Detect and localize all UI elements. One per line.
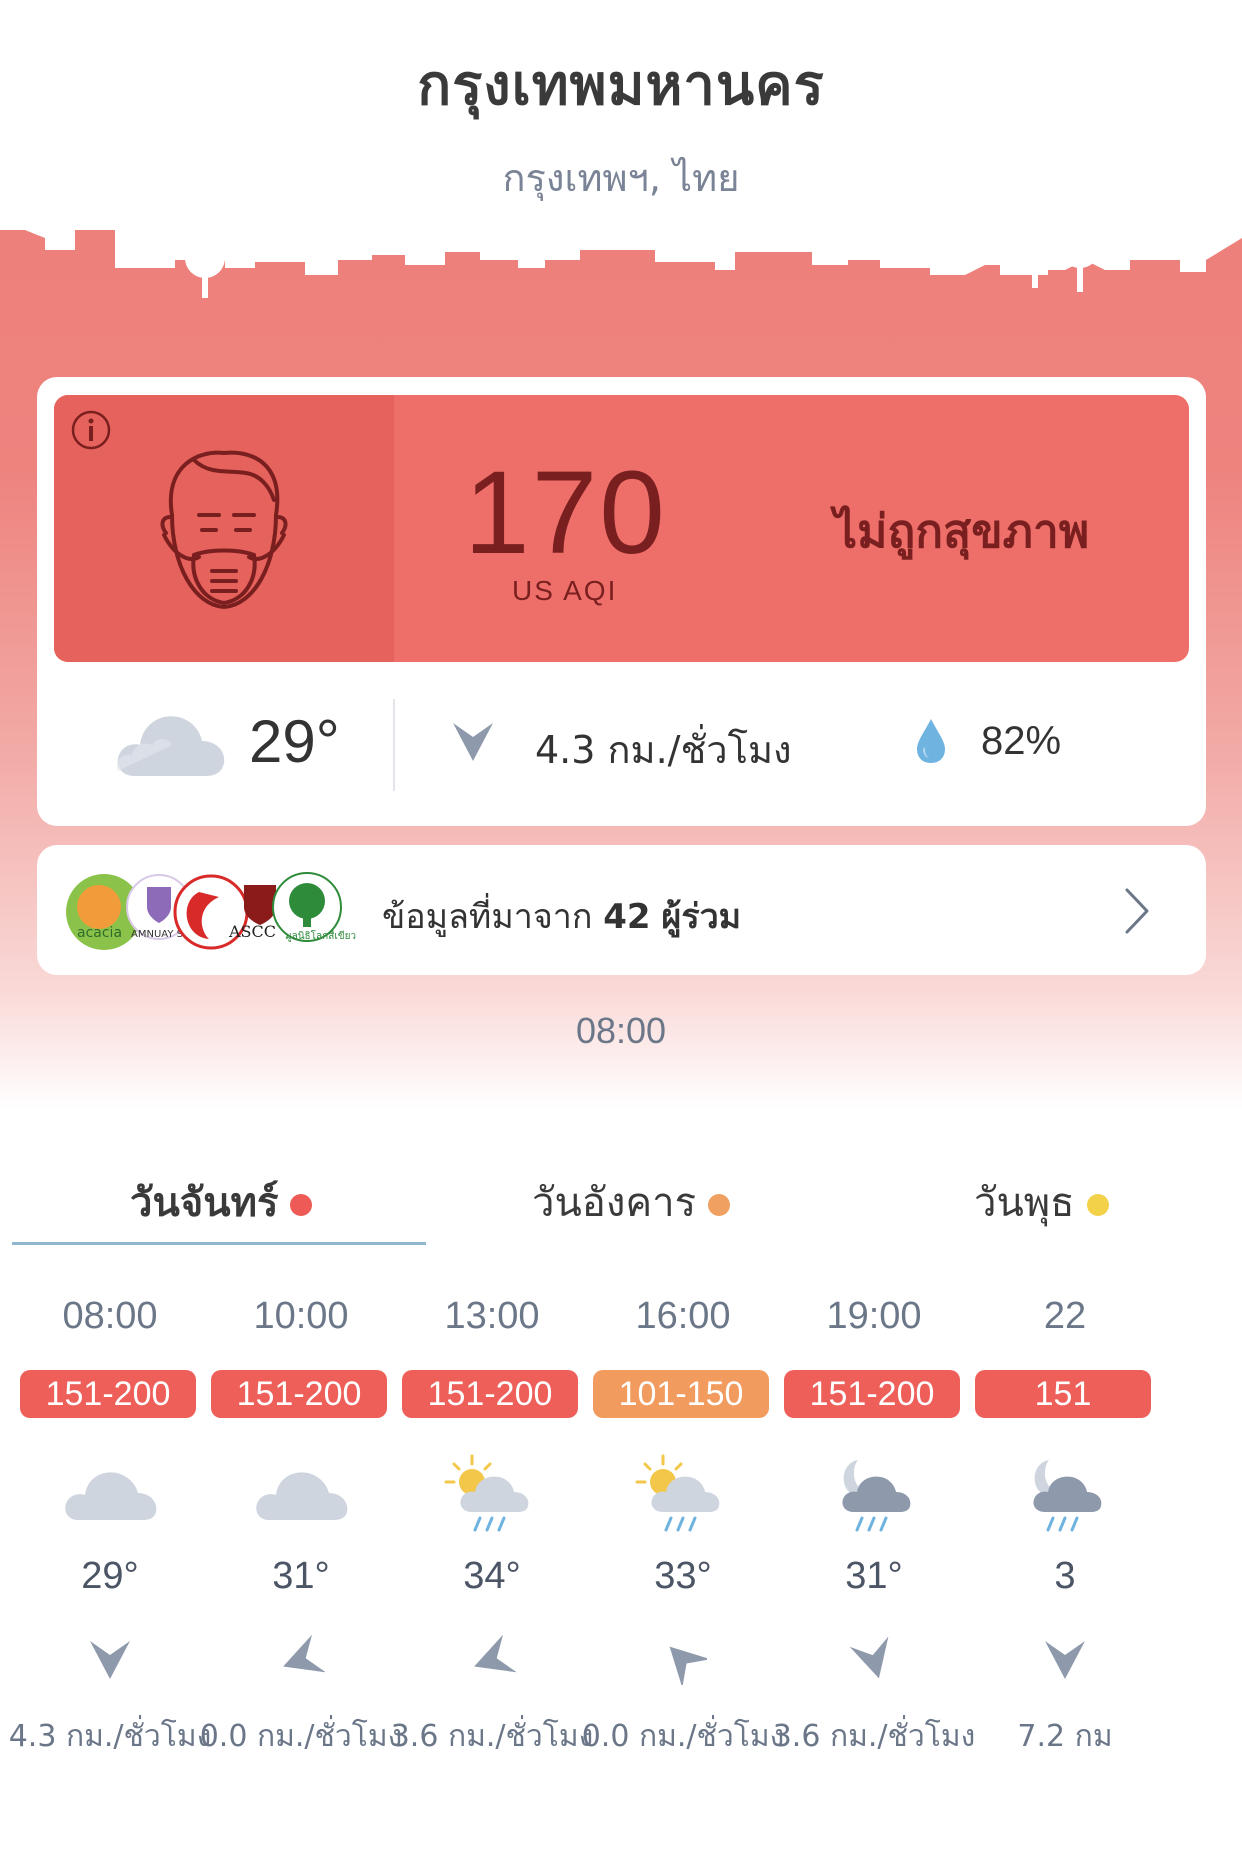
- active-tab-indicator: [12, 1242, 426, 1245]
- contributors-text: ข้อมูลที่มาจาก 42 ผู้ร่วม: [382, 889, 741, 943]
- info-icon[interactable]: [70, 409, 112, 451]
- city-skyline-illustration: [0, 220, 1242, 298]
- city-name: กรุงเทพมหานคร: [417, 53, 825, 118]
- current-aqi-card: 170 US AQI ไม่ถูกสุขภาพ 29° 4.3 กม./ชั่ว…: [37, 377, 1206, 826]
- wind-direction-icon: [283, 1635, 325, 1673]
- tab-label: วันจันทร์: [130, 1180, 279, 1226]
- humidity-drop-icon: [917, 719, 945, 763]
- tab-tuesday[interactable]: วันอังคาร: [532, 1170, 731, 1234]
- tab-monday[interactable]: วันจันทร์: [130, 1170, 313, 1234]
- current-weather-row: 29° 4.3 กม./ชั่วโมง 82%: [37, 667, 1206, 826]
- contributor-logos: acacia AMNUAY S. ASCC มูลนิธิโลกสีเขียว: [66, 872, 356, 950]
- aqi-range-badge: 101-150: [593, 1370, 769, 1418]
- aqi-dot: [708, 1194, 731, 1216]
- hour-time: 22: [1043, 1295, 1087, 1337]
- wind-direction-icon: [1045, 1641, 1085, 1679]
- aqi-dot: [1086, 1194, 1109, 1216]
- contributors-count: 42: [603, 897, 651, 937]
- aqi-range-badge: 151-200: [402, 1370, 578, 1418]
- aqi-range-badge: 151-200: [784, 1370, 960, 1418]
- hour-temperature: 3: [1054, 1555, 1076, 1597]
- aqi-face-box: [54, 395, 394, 662]
- cloud-icon: [251, 1450, 351, 1540]
- aqi-dot: [290, 1194, 313, 1216]
- cloud-icon: [60, 1450, 160, 1540]
- hour-column: 22 151 3 7.2 กม: [951, 1285, 1179, 1765]
- cloud-icon: [116, 716, 225, 776]
- moon-rain-icon: [824, 1450, 924, 1540]
- contributors-suffix: ผู้ร่วม: [661, 897, 742, 937]
- wind-direction-icon: [474, 1635, 516, 1673]
- contributors-prefix: ข้อมูลที่มาจาก: [382, 897, 593, 937]
- moon-rain-icon: [1015, 1450, 1115, 1540]
- svg-text:มูลนิธิโลกสีเขียว: มูลนิธิโลกสีเขียว: [285, 929, 356, 942]
- svg-text:AMNUAY S.: AMNUAY S.: [131, 929, 186, 940]
- contributors-card[interactable]: acacia AMNUAY S. ASCC มูลนิธิโลกสีเขียว …: [37, 845, 1206, 975]
- wind-direction-icon: [850, 1636, 889, 1679]
- sun-rain-icon: [633, 1450, 733, 1540]
- aqi-panel[interactable]: 170 US AQI ไม่ถูกสุขภาพ: [54, 395, 1189, 662]
- tab-label: วันพุธ: [974, 1180, 1075, 1226]
- aqi-range-badge: 151-200: [211, 1370, 387, 1418]
- aqi-status: ไม่ถูกสุขภาพ: [834, 504, 1090, 558]
- update-timestamp: 08:00: [575, 1010, 667, 1051]
- location-header: กรุงเทพมหานคร กรุงเทพฯ, ไทย: [0, 40, 1242, 208]
- sun-rain-icon: [442, 1450, 542, 1540]
- day-tabs: วันจันทร์ วันอังคาร วันพุธ: [0, 1150, 1242, 1250]
- aqi-range-badge: 151-200: [20, 1370, 196, 1418]
- hour-wind-speed: 7.2 กม: [1017, 1719, 1113, 1754]
- aqi-value: 170: [464, 447, 667, 579]
- aqi-unit: US AQI: [512, 575, 618, 606]
- tab-label: วันอังคาร: [532, 1180, 697, 1226]
- svg-text:ASCC: ASCC: [228, 922, 276, 941]
- current-wind-speed: 4.3 กม./ชั่วโมง: [535, 728, 792, 772]
- current-temperature: 29°: [249, 708, 340, 775]
- wind-direction-icon: [90, 1641, 130, 1679]
- current-humidity: 82%: [981, 719, 1062, 763]
- divider: [393, 699, 395, 791]
- wind-direction-icon: [669, 1646, 707, 1685]
- chevron-right-icon[interactable]: [1122, 885, 1152, 937]
- region-name: กรุงเทพฯ, ไทย: [502, 156, 740, 200]
- tab-wednesday[interactable]: วันพุธ: [974, 1170, 1109, 1234]
- svg-text:acacia: acacia: [77, 925, 122, 941]
- masked-face-icon: [160, 450, 288, 610]
- aqi-range-badge: 151: [975, 1370, 1151, 1418]
- wind-direction-icon: [453, 723, 493, 761]
